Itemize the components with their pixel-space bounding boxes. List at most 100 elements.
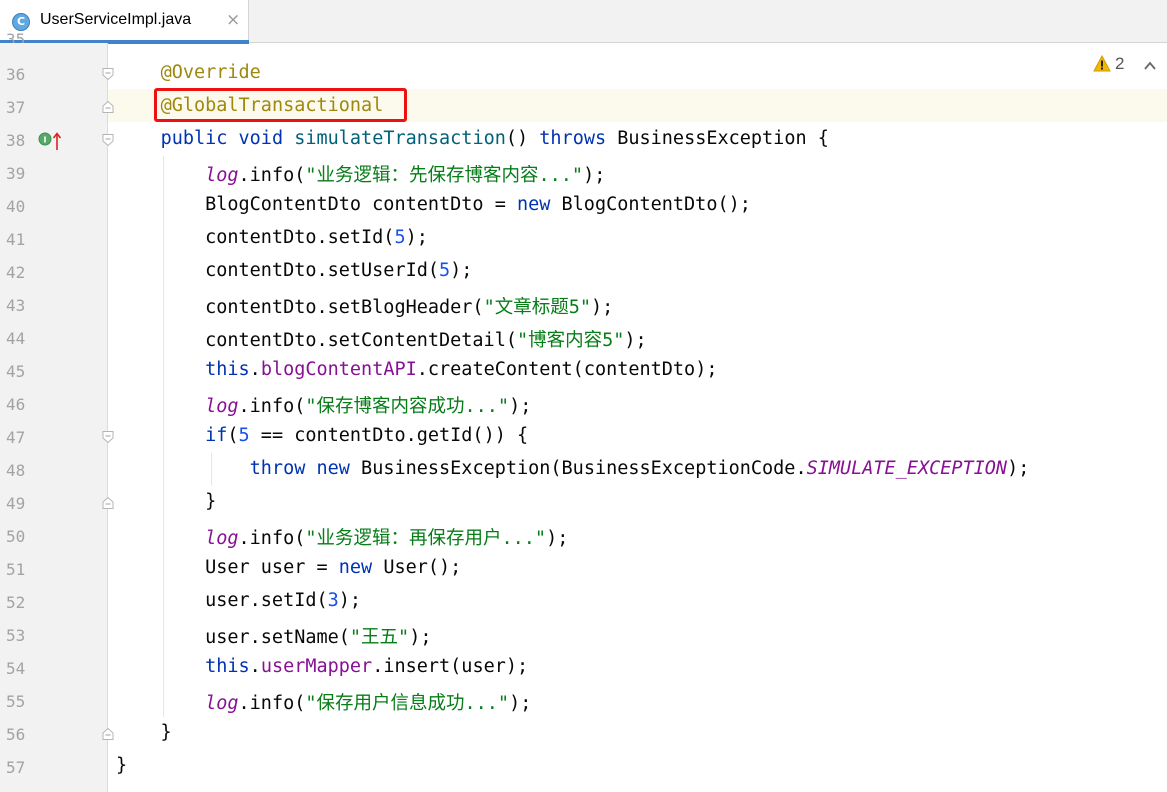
code-token: log [205, 165, 239, 186]
code-line[interactable]: 50 log.info("业务逻辑：再保存用户..."); [0, 519, 1167, 552]
code-token: if [205, 425, 228, 446]
code-token: userMapper [260, 656, 373, 677]
code-token: ); [405, 227, 428, 248]
line-number: 56 [6, 725, 26, 744]
fold-open-icon[interactable] [101, 67, 115, 81]
code-text: log.info("业务逻辑：再保存用户..."); [116, 524, 568, 550]
code-token: contentDto.setId( [116, 227, 395, 248]
code-token: ); [590, 297, 614, 318]
code-token: } [116, 491, 217, 512]
code-token: new [516, 194, 551, 215]
indent-guide [211, 453, 212, 486]
code-token: .insert(user); [372, 656, 529, 677]
partial-line-number: 35 [6, 30, 26, 43]
code-token: this [205, 359, 250, 380]
code-token: 5 [439, 260, 451, 281]
code-line[interactable]: 42 contentDto.setUserId(5); [0, 255, 1167, 288]
tab-userserviceimpl[interactable]: C UserServiceImpl.java × [0, 0, 249, 44]
code-token: contentDto.setContentDetail( [116, 330, 517, 351]
code-token: log [205, 693, 239, 714]
code-line[interactable]: 46 log.info("保存博客内容成功..."); [0, 387, 1167, 420]
code-text: log.info("保存用户信息成功..."); [116, 689, 531, 715]
code-token: } [116, 722, 172, 743]
line-number: 57 [6, 758, 26, 777]
line-number: 48 [6, 461, 26, 480]
code-token: "保存用户信息成功..." [305, 693, 510, 714]
fold-open-icon[interactable] [101, 133, 115, 147]
code-token: blogContentAPI [260, 359, 417, 380]
code-token: ); [338, 590, 362, 611]
code-text: log.info("业务逻辑：先保存博客内容..."); [116, 161, 605, 187]
code-token: "业务逻辑：再保存用户..." [305, 528, 547, 549]
code-token: .info( [238, 693, 306, 714]
code-line[interactable]: 40 BlogContentDto contentDto = new BlogC… [0, 189, 1167, 222]
code-line[interactable]: 52 user.setId(3); [0, 585, 1167, 618]
code-line[interactable]: 54 this.userMapper.insert(user); [0, 651, 1167, 684]
code-token: user.setId( [116, 590, 328, 611]
chevron-up-icon[interactable] [1143, 57, 1157, 76]
code-token: () [505, 128, 540, 149]
fold-open-icon[interactable] [101, 430, 115, 444]
code-line[interactable]: 55 log.info("保存用户信息成功..."); [0, 684, 1167, 717]
code-token: ); [546, 528, 569, 549]
code-line[interactable]: 53 user.setName("王五"); [0, 618, 1167, 651]
code-line[interactable]: 57} [0, 750, 1167, 783]
fold-close-icon[interactable] [101, 496, 115, 510]
code-text: @Override [116, 62, 261, 83]
code-line[interactable]: 48 throw new BusinessException(BusinessE… [0, 453, 1167, 486]
code-token: . [249, 359, 261, 380]
code-line[interactable]: 51 User user = new User(); [0, 552, 1167, 585]
code-token: ); [583, 165, 606, 186]
fold-close-icon[interactable] [101, 100, 115, 114]
code-text: contentDto.setContentDetail("博客内容5"); [116, 326, 647, 352]
line-number: 36 [6, 65, 26, 84]
code-token: new [316, 458, 350, 479]
line-number: 51 [6, 560, 26, 579]
line-number: 40 [6, 197, 26, 216]
fold-close-icon[interactable] [101, 727, 115, 741]
code-line[interactable]: 45 this.blogContentAPI.createContent(con… [0, 354, 1167, 387]
code-line[interactable]: 39 log.info("业务逻辑：先保存博客内容..."); [0, 156, 1167, 189]
code-line[interactable]: 44 contentDto.setContentDetail("博客内容5"); [0, 321, 1167, 354]
implements-gutter-icon[interactable]: I [38, 131, 64, 155]
code-token: "博客内容5" [516, 330, 625, 351]
close-icon[interactable]: × [226, 10, 240, 30]
line-number: 41 [6, 230, 26, 249]
code-text: public void simulateTransaction() throws… [116, 128, 829, 149]
code-text: } [116, 722, 172, 743]
code-token: == contentDto.getId()) { [249, 425, 529, 446]
code-line[interactable]: 56 } [0, 717, 1167, 750]
warning-count: 2 [1115, 54, 1125, 73]
code-text: } [116, 491, 216, 512]
code-token: "王五" [349, 627, 410, 648]
code-token: ); [624, 330, 647, 351]
code-line[interactable]: 36 @Override [0, 57, 1167, 90]
code-token: BusinessException(BusinessExceptionCode. [349, 458, 807, 479]
code-text: } [116, 755, 127, 776]
code-line[interactable]: 38 public void simulateTransaction() thr… [0, 123, 1167, 156]
line-number: 46 [6, 395, 26, 414]
code-line[interactable]: 47 if(5 == contentDto.getId()) { [0, 420, 1167, 453]
code-line[interactable]: 43 contentDto.setBlogHeader("文章标题5"); [0, 288, 1167, 321]
code-line[interactable]: 41 contentDto.setId(5); [0, 222, 1167, 255]
code-token: "文章标题5" [483, 297, 591, 318]
code-text: if(5 == contentDto.getId()) { [116, 425, 528, 446]
code-token: simulateTransaction [294, 128, 506, 149]
line-number: 39 [6, 164, 26, 183]
code-token: .createContent(contentDto); [416, 359, 718, 380]
code-line[interactable]: 49 } [0, 486, 1167, 519]
code-token: ( [227, 425, 239, 446]
code-token: ); [409, 627, 432, 648]
code-text: User user = new User(); [116, 557, 461, 578]
code-token: BusinessException { [606, 128, 829, 149]
code-token: ); [450, 260, 473, 281]
code-token: BlogContentDto contentDto = [116, 194, 517, 215]
code-token: } [116, 755, 128, 776]
code-text: throw new BusinessException(BusinessExce… [116, 458, 1030, 479]
code-token: this [205, 656, 250, 677]
